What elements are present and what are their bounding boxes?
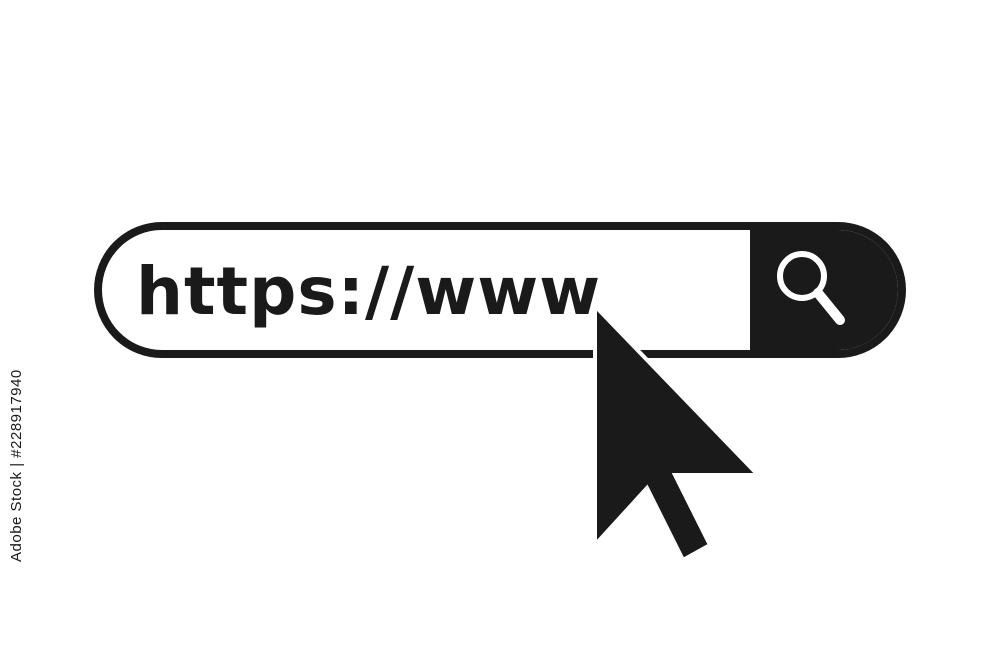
- stock-id-text: Adobe Stock | #228917940: [8, 369, 25, 562]
- url-text[interactable]: https://www: [136, 252, 601, 332]
- search-button[interactable]: [750, 230, 898, 350]
- magnifier-icon: [777, 251, 845, 325]
- address-bar[interactable]: https://www: [94, 222, 906, 358]
